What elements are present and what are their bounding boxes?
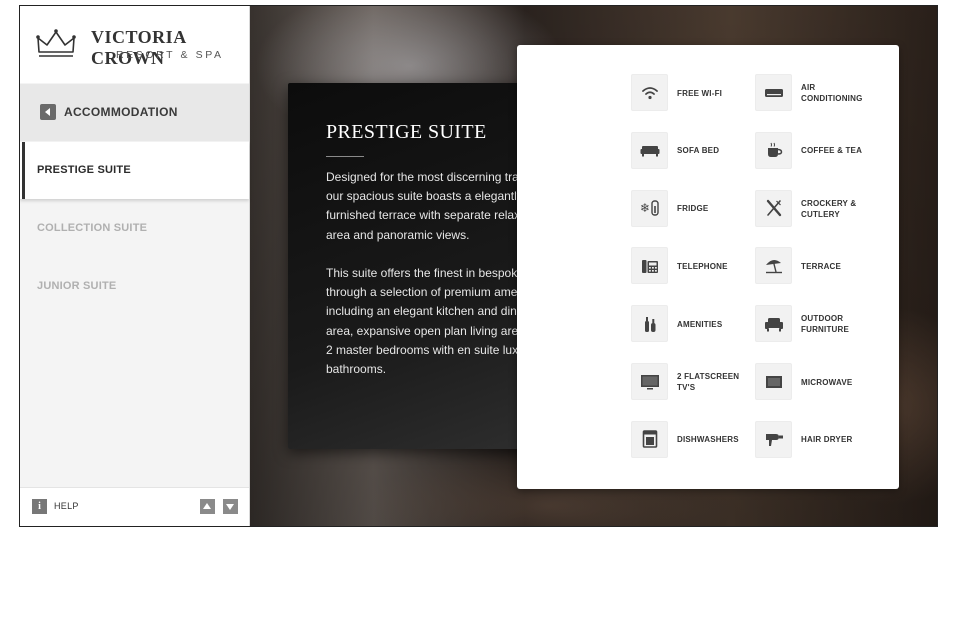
armchair-icon	[755, 305, 792, 343]
amenities-card: FREE WI-FI AIR CONDITIONING SOFA BED COFFEE…	[517, 45, 899, 489]
brand-logo: VICTORIA CROWN RESORT & SPA	[20, 6, 249, 83]
amenity-microwave: MICROWAVE	[755, 363, 867, 401]
amenity-label: DISHWASHERS	[677, 435, 739, 445]
amenity-label: MICROWAVE	[801, 377, 853, 387]
cutlery-icon	[755, 189, 792, 227]
amenity-cutlery: CROCKERY & CUTLERY	[755, 189, 867, 228]
coffee-cup-icon	[755, 131, 792, 169]
beach-umbrella-icon	[755, 247, 792, 285]
amenity-label: CROCKERY & CUTLERY	[801, 198, 857, 219]
microwave-icon	[755, 363, 792, 400]
nav-item-prestige-suite[interactable]: PRESTIGE SUITE	[20, 142, 249, 199]
tv-icon	[631, 363, 668, 400]
toiletries-icon	[631, 305, 668, 343]
sofa-bed-icon	[631, 131, 668, 169]
brand-subtitle: RESORT & SPA	[116, 49, 224, 61]
sidebar: VICTORIA CROWN RESORT & SPA ACCOMMODATIO…	[20, 6, 250, 526]
help-label[interactable]: HELP	[54, 501, 79, 511]
scroll-up-button[interactable]	[200, 499, 215, 514]
amenity-label: HAIR DRYER	[801, 435, 853, 445]
amenity-label: TERRACE	[801, 261, 842, 271]
amenity-label: AMENITIES	[677, 319, 723, 329]
fridge-icon: ❄	[631, 189, 668, 227]
hair-dryer-icon	[755, 420, 792, 458]
scroll-down-button[interactable]	[223, 499, 238, 514]
nav-item-label: JUNIOR SUITE	[37, 280, 117, 292]
amenity-wifi: FREE WI-FI	[631, 74, 743, 112]
telephone-icon	[631, 247, 668, 285]
nav-item-label: PRESTIGE SUITE	[37, 164, 131, 176]
amenity-beach-umbrella: TERRACE	[755, 247, 867, 285]
amenity-label: AIR CONDITIONING	[801, 83, 863, 103]
amenity-label: 2 FLATSCREEN TV'S	[677, 372, 740, 392]
wifi-icon	[631, 74, 668, 111]
amenity-coffee-cup: COFFEE & TEA	[755, 131, 867, 170]
brand-name: VICTORIA CROWN	[91, 27, 186, 68]
amenity-telephone: TELEPHONE	[631, 247, 743, 285]
amenity-label: TELEPHONE	[677, 261, 728, 271]
amenity-label: FREE WI-FI	[677, 88, 723, 98]
dishwasher-icon	[631, 420, 668, 458]
suite-title: PRESTIGE SUITE	[326, 121, 487, 143]
info-icon[interactable]: i	[32, 499, 47, 514]
amenity-label: SOFA BED	[677, 146, 720, 156]
amenity-tv: 2 FLATSCREEN TV'S	[631, 363, 743, 401]
amenity-toiletries: AMENITIES	[631, 305, 743, 343]
nav-item-collection-suite[interactable]: COLLECTION SUITE	[20, 200, 249, 257]
amenity-label: FRIDGE	[677, 204, 709, 214]
title-divider	[326, 156, 364, 157]
amenity-sofa-bed: SOFA BED	[631, 131, 743, 170]
amenity-hair-dryer: HAIR DRYER	[755, 420, 867, 459]
app-window: VICTORIA CROWN RESORT & SPA ACCOMMODATIO…	[19, 5, 938, 527]
amenity-dishwasher: DISHWASHERS	[631, 420, 743, 459]
svg-text:❄: ❄	[640, 201, 650, 215]
amenity-label: COFFEE & TEA	[801, 146, 863, 156]
back-label: ACCOMMODATION	[64, 105, 178, 119]
sidebar-footer: i HELP	[20, 487, 249, 526]
back-to-accommodation-button[interactable]: ACCOMMODATION	[20, 84, 249, 141]
crown-icon	[36, 29, 76, 57]
air-conditioner-icon	[755, 74, 792, 111]
nav-item-label: COLLECTION SUITE	[37, 222, 148, 234]
amenity-label: OUTDOOR FURNITURE	[801, 314, 850, 335]
amenity-fridge: ❄ FRIDGE	[631, 189, 743, 228]
nav-item-junior-suite[interactable]: JUNIOR SUITE	[20, 258, 249, 315]
amenity-air-conditioner: AIR CONDITIONING	[755, 74, 867, 112]
back-arrow-icon	[40, 104, 56, 120]
amenity-armchair: OUTDOOR FURNITURE	[755, 305, 867, 343]
